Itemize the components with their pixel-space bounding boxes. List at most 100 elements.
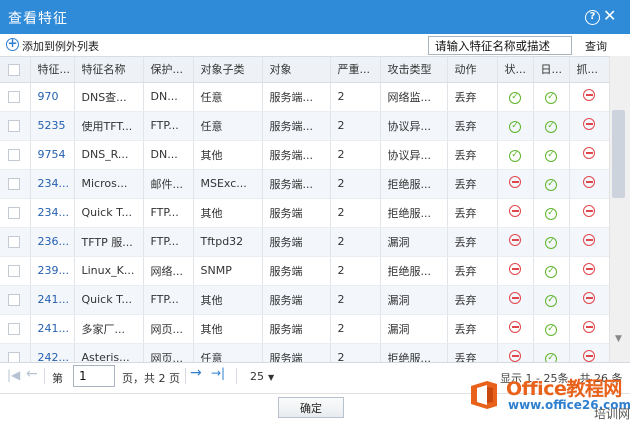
- status-cell: ✓: [497, 140, 534, 170]
- table-row[interactable]: 239... Linux_K... 网络... SNMP 服务端 2 拒绝服... 丢弃 ✓: [0, 256, 609, 286]
- confirm-button[interactable]: 确定: [278, 397, 344, 418]
- signature-id-cell[interactable]: 236...: [30, 227, 75, 257]
- minus-circle-icon[interactable]: [583, 234, 595, 246]
- minus-circle-icon[interactable]: [509, 321, 521, 333]
- check-circle-icon[interactable]: ✓: [509, 121, 521, 133]
- check-circle-icon[interactable]: ✓: [545, 179, 557, 191]
- table-row[interactable]: 234... Micros... 邮件... MSExc... 服务端... 2 拒绝服..…: [0, 169, 609, 199]
- log-cell: ✓: [533, 285, 570, 315]
- column-header[interactable]: 动作: [447, 57, 498, 83]
- select-all-checkbox[interactable]: [8, 63, 20, 76]
- add-circle-icon[interactable]: +: [6, 37, 19, 51]
- scroll-down-arrow-icon[interactable]: ▼: [612, 334, 625, 344]
- row-checkbox[interactable]: [8, 323, 20, 335]
- column-header[interactable]: 保护...: [143, 57, 194, 83]
- prev-page-icon[interactable]: ←: [26, 366, 38, 382]
- column-header[interactable]: 对象: [262, 57, 331, 83]
- signature-id-cell[interactable]: 234...: [30, 198, 75, 228]
- capture-cell: [569, 227, 609, 257]
- minus-circle-icon[interactable]: [509, 176, 521, 188]
- name-cell: Linux_K...: [74, 256, 144, 286]
- check-circle-icon[interactable]: ✓: [545, 295, 557, 307]
- signature-id-cell[interactable]: 234...: [30, 169, 75, 199]
- scrollbar-thumb[interactable]: [612, 110, 625, 198]
- protect-cell: 网页...: [143, 314, 194, 344]
- signature-id-cell[interactable]: 242...: [30, 343, 75, 362]
- column-header[interactable]: 对象子类: [193, 57, 263, 83]
- next-page-icon[interactable]: →: [190, 365, 202, 381]
- first-page-icon[interactable]: |◀: [7, 368, 20, 382]
- add-to-exception-button[interactable]: 添加到例外列表: [22, 38, 99, 54]
- severity-cell: 2: [330, 314, 381, 344]
- minus-circle-icon[interactable]: [583, 89, 595, 101]
- minus-circle-icon[interactable]: [583, 118, 595, 130]
- table-row[interactable]: 9754 DNS_R... DN... 其他 服务端... 2 协议异... 丢弃 ✓ ✓: [0, 140, 609, 170]
- check-circle-icon[interactable]: ✓: [545, 237, 557, 249]
- signature-id-cell[interactable]: 241...: [30, 314, 75, 344]
- status-cell: [497, 343, 534, 362]
- help-icon[interactable]: ?: [585, 10, 600, 25]
- log-cell: ✓: [533, 111, 570, 141]
- table-row[interactable]: 241... 多家厂... 网页... 其他 服务端 2 漏洞 丢弃 ✓: [0, 314, 609, 344]
- check-circle-icon[interactable]: ✓: [545, 208, 557, 220]
- row-checkbox[interactable]: [8, 149, 20, 161]
- search-input[interactable]: [428, 36, 572, 55]
- minus-circle-icon[interactable]: [509, 350, 521, 362]
- check-circle-icon[interactable]: ✓: [545, 121, 557, 133]
- check-circle-icon[interactable]: ✓: [545, 324, 557, 336]
- vertical-scrollbar[interactable]: [609, 56, 630, 362]
- minus-circle-icon[interactable]: [583, 176, 595, 188]
- minus-circle-icon[interactable]: [583, 205, 595, 217]
- row-checkbox[interactable]: [8, 91, 20, 103]
- minus-circle-icon[interactable]: [583, 350, 595, 362]
- table-row[interactable]: 242... Asteris... 网页... 任意 服务端 2 拒绝服... 丢弃 ✓: [0, 343, 609, 362]
- minus-circle-icon[interactable]: [583, 263, 595, 275]
- check-circle-icon[interactable]: ✓: [545, 92, 557, 104]
- row-checkbox[interactable]: [8, 265, 20, 277]
- signature-table: 特征... 特征名称 保护... 对象子类 对象 严重... 攻击类型 动作 状…: [0, 56, 609, 362]
- table-row[interactable]: 970 DNS查... DN... 任意 服务端... 2 网络监... 丢弃 ✓ ✓: [0, 82, 609, 112]
- table-row[interactable]: 241... Quick T... FTP... 其他 服务端 2 漏洞 丢弃 ✓: [0, 285, 609, 315]
- signature-id-cell[interactable]: 239...: [30, 256, 75, 286]
- row-checkbox[interactable]: [8, 352, 20, 362]
- check-circle-icon[interactable]: ✓: [509, 92, 521, 104]
- last-page-icon[interactable]: →|: [211, 366, 225, 380]
- column-header[interactable]: 日...: [533, 57, 570, 83]
- minus-circle-icon[interactable]: [509, 292, 521, 304]
- pager-divider: [44, 368, 45, 384]
- column-header[interactable]: 特征名称: [74, 57, 144, 83]
- column-header[interactable]: 攻击类型: [380, 57, 448, 83]
- page-size-select[interactable]: 25 ▼: [250, 370, 274, 383]
- row-checkbox[interactable]: [8, 207, 20, 219]
- close-icon[interactable]: ✕: [603, 7, 616, 25]
- page-number-input[interactable]: [73, 365, 115, 387]
- signature-id-cell[interactable]: 970: [30, 82, 75, 112]
- column-header[interactable]: 特征...: [30, 57, 75, 83]
- signature-id-cell[interactable]: 5235: [30, 111, 75, 141]
- check-circle-icon[interactable]: ✓: [545, 150, 557, 162]
- minus-circle-icon[interactable]: [583, 321, 595, 333]
- query-button[interactable]: 查询: [585, 38, 607, 54]
- check-circle-icon[interactable]: ✓: [545, 353, 557, 362]
- column-header[interactable]: 状...: [497, 57, 534, 83]
- minus-circle-icon[interactable]: [583, 292, 595, 304]
- row-checkbox[interactable]: [8, 294, 20, 306]
- minus-circle-icon[interactable]: [509, 263, 521, 275]
- check-circle-icon[interactable]: ✓: [545, 266, 557, 278]
- table-row[interactable]: 5235 使用TFT... FTP... 任意 服务端... 2 协议异... 丢弃 ✓ ✓: [0, 111, 609, 141]
- column-header[interactable]: 抓...: [569, 57, 609, 83]
- minus-circle-icon[interactable]: [583, 147, 595, 159]
- severity-cell: 2: [330, 111, 381, 141]
- table-row[interactable]: 236... TFTP 服... FTP... Tftpd32 服务端 2 漏洞 丢弃 ✓: [0, 227, 609, 257]
- row-checkbox[interactable]: [8, 236, 20, 248]
- signature-id-cell[interactable]: 9754: [30, 140, 75, 170]
- minus-circle-icon[interactable]: [509, 234, 521, 246]
- minus-circle-icon[interactable]: [509, 205, 521, 217]
- signature-id-cell[interactable]: 241...: [30, 285, 75, 315]
- row-checkbox[interactable]: [8, 178, 20, 190]
- check-circle-icon[interactable]: ✓: [509, 150, 521, 162]
- table-row[interactable]: 234... Quick T... FTP... 其他 服务端 2 拒绝服... 丢弃 ✓: [0, 198, 609, 228]
- object-cell: 服务端: [262, 227, 331, 257]
- row-checkbox[interactable]: [8, 120, 20, 132]
- column-header[interactable]: 严重...: [330, 57, 381, 83]
